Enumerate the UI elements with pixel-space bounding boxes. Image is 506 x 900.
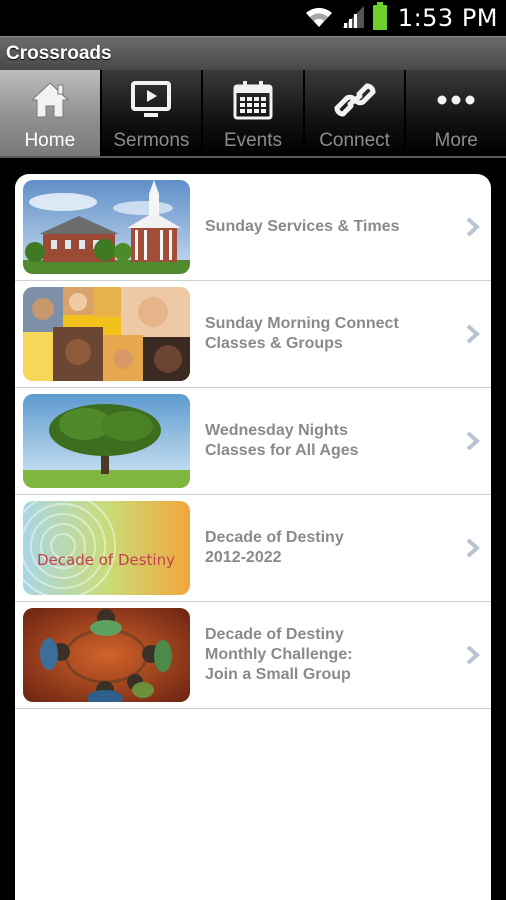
tab-connect[interactable]: Connect — [304, 70, 405, 156]
status-bar: 1:53 PM — [0, 0, 506, 36]
list-item-line: Monthly Challenge: — [205, 646, 353, 663]
people-collage-image — [23, 287, 190, 381]
church-building-image — [23, 180, 190, 274]
home-icon — [28, 80, 72, 120]
list-item-label: Decade of Destiny Monthly Challenge: Joi… — [205, 625, 435, 685]
tab-home-label: Home — [24, 130, 76, 151]
signal-icon — [340, 4, 366, 33]
list-item-label: Sunday Morning Connect Classes & Groups — [205, 314, 435, 354]
list-item-label: Decade of Destiny 2012-2022 — [205, 528, 435, 568]
list-item-line: Wednesday Nights — [205, 422, 348, 439]
chevron-right-icon — [465, 538, 481, 558]
list-item-line: Classes for All Ages — [205, 442, 359, 459]
list-item-sunday-morning-connect[interactable]: Sunday Morning Connect Classes & Groups — [15, 281, 491, 388]
menu-list: Sunday Services & Times Sunday Morning C… — [15, 174, 491, 900]
more-dots-icon — [434, 80, 478, 120]
chevron-right-icon — [465, 217, 481, 237]
tree-field-image — [23, 394, 190, 488]
tab-events[interactable]: Events — [203, 70, 303, 156]
link-icon — [333, 80, 377, 120]
chevron-right-icon — [465, 324, 481, 344]
tab-sermons[interactable]: Sermons — [101, 70, 202, 156]
tab-bar: Home Sermons Events Connect More — [0, 70, 506, 158]
list-item-line: Decade of Destiny — [205, 626, 344, 643]
tab-more[interactable]: More — [406, 70, 506, 156]
clock: 1:53 PM — [397, 4, 498, 32]
list-item-sunday-services[interactable]: Sunday Services & Times — [15, 174, 491, 281]
decade-of-destiny-image: Decade of Destiny — [23, 501, 190, 595]
app-title: Crossroads — [6, 43, 112, 64]
tab-home[interactable]: Home — [0, 70, 100, 156]
tab-sermons-label: Sermons — [113, 130, 190, 151]
list-item-line: Join a Small Group — [205, 666, 351, 683]
list-item-decade-of-destiny[interactable]: Decade of Destiny Decade of Destiny 2012… — [15, 495, 491, 602]
calendar-icon — [231, 80, 275, 120]
list-item-line: Sunday Services & Times — [205, 218, 400, 235]
small-group-image — [23, 608, 190, 702]
list-item-label: Wednesday Nights Classes for All Ages — [205, 421, 435, 461]
battery-icon — [372, 1, 388, 35]
tab-more-label: More — [434, 130, 478, 151]
list-item-label: Sunday Services & Times — [205, 217, 435, 237]
decade-of-destiny-logo-text: Decade of Destiny — [37, 551, 175, 569]
chevron-right-icon — [465, 645, 481, 665]
list-item-line: Sunday Morning Connect — [205, 315, 399, 332]
tab-connect-label: Connect — [319, 130, 390, 151]
list-item-line: 2012-2022 — [205, 549, 282, 566]
chevron-right-icon — [465, 431, 481, 451]
list-item-monthly-challenge[interactable]: Decade of Destiny Monthly Challenge: Joi… — [15, 602, 491, 709]
list-item-line: Decade of Destiny — [205, 529, 344, 546]
tv-icon — [129, 80, 173, 120]
list-item-line: Classes & Groups — [205, 335, 343, 352]
tab-events-label: Events — [223, 130, 283, 151]
wifi-icon — [304, 3, 334, 34]
app-bar: Crossroads — [0, 36, 506, 70]
list-item-wednesday-nights[interactable]: Wednesday Nights Classes for All Ages — [15, 388, 491, 495]
